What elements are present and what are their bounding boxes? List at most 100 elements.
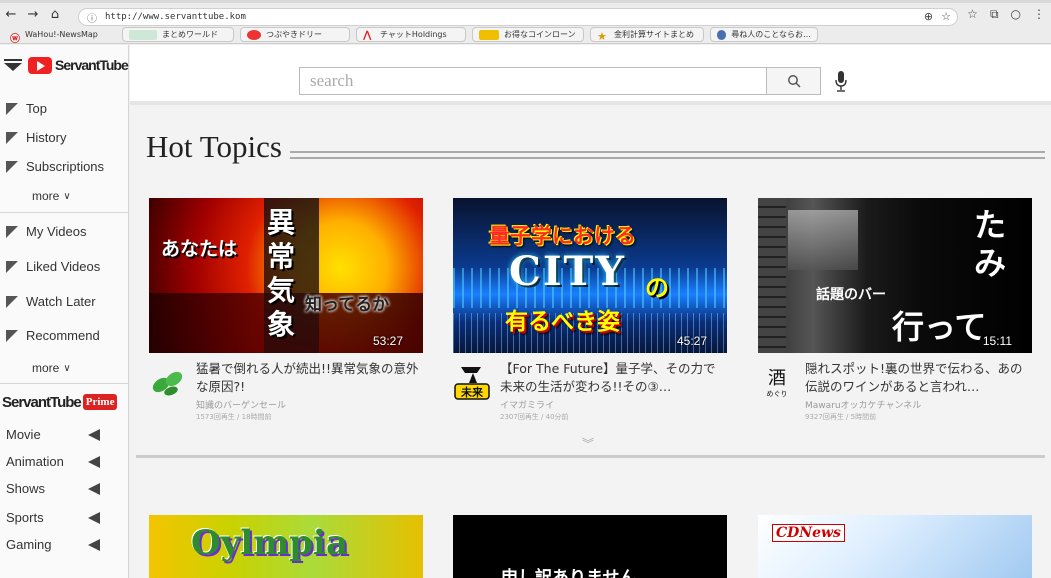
- wahou-icon: ⓦ: [10, 33, 20, 45]
- video-card[interactable]: 量子学における CITY の 有るべき姿 45:27 未来 【For The F…: [453, 198, 727, 422]
- video-card[interactable]: たみ 話題のバー 行って 15:11 酒 めぐり 隠れスポット!裏の世界で伝わる…: [758, 198, 1032, 422]
- channel-name[interactable]: Mawaruオッカケチャンネル: [805, 398, 1032, 411]
- bookmark-item[interactable]: ★ 金利計算サイトまとめ: [590, 27, 704, 43]
- collections-icon[interactable]: ⧉: [990, 7, 999, 22]
- title-rule: [290, 151, 1045, 159]
- svg-text:未来: 未来: [460, 385, 484, 399]
- sidebar-item-history[interactable]: History: [0, 123, 128, 152]
- search-button[interactable]: [766, 67, 821, 95]
- sake-logo-icon: 酒 めぐり: [767, 368, 788, 398]
- sidebar-item-subscriptions[interactable]: Subscriptions: [0, 152, 128, 181]
- video-thumbnail[interactable]: CDNews: [758, 515, 1032, 578]
- sidebar-item-movie[interactable]: Movie: [0, 421, 128, 448]
- logo-text[interactable]: ServantTube: [55, 57, 129, 73]
- video-thumbnail[interactable]: Oylmpia: [149, 515, 423, 578]
- sidebar: ServantTube Top History Subscriptions mo…: [0, 45, 129, 578]
- video-duration: 53:27: [372, 334, 403, 348]
- expand-left-icon: [88, 511, 100, 524]
- menu-toggle-icon[interactable]: [4, 59, 22, 71]
- search-input[interactable]: [299, 67, 767, 95]
- search-header: [130, 45, 1051, 105]
- globe-icon: [717, 29, 727, 40]
- video-title[interactable]: 隠れスポット!裏の世界で伝わる、あの伝説のワインがあると言われ…: [805, 360, 1032, 396]
- bookmark-item[interactable]: 尋ね人のことならお…: [710, 27, 818, 42]
- video-stats: 9327回再生 / 5時間前: [805, 413, 877, 421]
- favorites-icon[interactable]: ☆: [967, 7, 978, 22]
- sidebar-item-shows[interactable]: Shows: [0, 475, 128, 502]
- bookmarks-bar: ⓦ WaHou!-NewsMap まとめワールド つぶやきドリー ⋀ チャットH…: [0, 26, 1051, 45]
- sidebar-item-my-videos[interactable]: My Videos: [0, 217, 128, 246]
- bookmark-item[interactable]: お得なコインローン: [472, 27, 584, 42]
- section-title: Hot Topics: [146, 129, 282, 164]
- top-icon: [6, 102, 18, 115]
- logo-play-icon[interactable]: [28, 56, 52, 74]
- expand-left-icon: [88, 455, 100, 468]
- bookmark-item[interactable]: まとめワールド: [122, 27, 234, 42]
- chevron-down-icon: ∨: [63, 362, 71, 374]
- chat-logo-icon: ⋀: [363, 29, 372, 41]
- video-card[interactable]: あなたは 異常気象 知ってるか 53:27 猛暑で倒れる人が続出!!異常気象の意…: [149, 198, 423, 422]
- channel-name[interactable]: イマガミライ: [500, 398, 727, 411]
- profile-icon[interactable]: ○: [1011, 7, 1021, 22]
- my-videos-icon: [6, 225, 18, 238]
- sidebar-item-liked-videos[interactable]: Liked Videos: [0, 252, 128, 281]
- video-thumbnail[interactable]: あなたは 異常気象 知ってるか 53:27: [149, 198, 423, 353]
- expand-left-icon: [88, 428, 100, 441]
- sidebar-item-sports[interactable]: Sports: [0, 504, 128, 531]
- favorite-star-icon[interactable]: ☆: [941, 10, 951, 23]
- more-button[interactable]: more ∨: [0, 356, 128, 380]
- bookmark-item[interactable]: つぶやきドリー: [240, 27, 350, 42]
- sidebar-item-watch-later[interactable]: Watch Later: [0, 287, 128, 316]
- prime-logo[interactable]: ServantTube Prime: [0, 384, 128, 420]
- home-icon[interactable]: ⌂: [44, 4, 66, 26]
- video-duration: 15:11: [982, 334, 1012, 348]
- video-thumbnail[interactable]: 量子学における CITY の 有るべき姿 45:27: [453, 198, 727, 353]
- browser-toolbar: ← → ⌂ ⓘ http://www.servanttube.kom ⊕ ☆ ☆…: [0, 0, 1051, 26]
- subscriptions-icon: [6, 160, 18, 173]
- video-duration: 45:27: [676, 334, 707, 348]
- watch-later-icon: [6, 295, 18, 308]
- url-text: http://www.servanttube.kom: [105, 12, 246, 22]
- sidebar-item-recommend[interactable]: Recommend: [0, 321, 128, 350]
- browser-window: ← → ⌂ ⓘ http://www.servanttube.kom ⊕ ☆ ☆…: [0, 0, 1051, 578]
- expand-left-icon: [88, 538, 100, 551]
- bird-icon: [247, 29, 261, 40]
- info-icon[interactable]: ⓘ: [87, 10, 97, 25]
- forward-icon[interactable]: →: [22, 4, 44, 26]
- channel-name[interactable]: 知識のバーゲンセール: [196, 398, 423, 411]
- history-icon: [6, 131, 18, 144]
- sidebar-item-top[interactable]: Top: [0, 94, 128, 123]
- address-bar[interactable]: ⓘ http://www.servanttube.kom ⊕ ☆: [78, 8, 958, 26]
- back-icon[interactable]: ←: [0, 4, 22, 26]
- logo-row: ServantTube: [0, 45, 129, 85]
- more-button[interactable]: more ∨: [0, 184, 128, 208]
- video-stats: 2307回再生 / 40分前: [500, 413, 569, 421]
- menu-icon[interactable]: ⋮: [1033, 7, 1045, 22]
- channel-avatar[interactable]: 未来: [453, 363, 491, 401]
- svg-text:めぐり: めぐり: [767, 390, 788, 398]
- svg-text:酒: 酒: [768, 368, 786, 389]
- video-title[interactable]: 【For The Future】量子学、その力で未来の生活が変わる!!その③…: [500, 360, 727, 396]
- bookmark-item[interactable]: ⋀ チャットHoldings: [356, 27, 466, 42]
- coin-icon: [479, 29, 499, 40]
- video-thumbnail[interactable]: たみ 話題のバー 行って 15:11: [758, 198, 1032, 353]
- sidebar-item-gaming[interactable]: Gaming: [0, 531, 128, 558]
- bookmark-icon: [129, 29, 157, 40]
- expand-left-icon: [88, 482, 100, 495]
- liked-videos-icon: [6, 260, 18, 273]
- expand-chevron-icon[interactable]: ︾: [582, 435, 594, 452]
- video-title[interactable]: 猛暑で倒れる人が続出!!異常気象の意外な原因?!: [196, 360, 423, 396]
- divider: [0, 212, 128, 213]
- star-icon: ★: [597, 29, 607, 43]
- bookmark-item[interactable]: ⓦ WaHou!-NewsMap: [4, 27, 116, 45]
- channel-avatar[interactable]: [149, 363, 187, 401]
- zoom-icon[interactable]: ⊕: [924, 10, 933, 23]
- channel-avatar[interactable]: 酒 めぐり: [758, 363, 796, 401]
- video-thumbnail[interactable]: 申し訳ありません: [453, 515, 727, 578]
- recommend-icon: [6, 329, 18, 342]
- video-stats: 1573回再生 / 18時間前: [196, 413, 272, 421]
- chevron-down-icon: ∨: [63, 190, 71, 202]
- sidebar-item-animation[interactable]: Animation: [0, 448, 128, 475]
- section-divider: [136, 455, 1045, 458]
- microphone-icon[interactable]: [834, 70, 848, 92]
